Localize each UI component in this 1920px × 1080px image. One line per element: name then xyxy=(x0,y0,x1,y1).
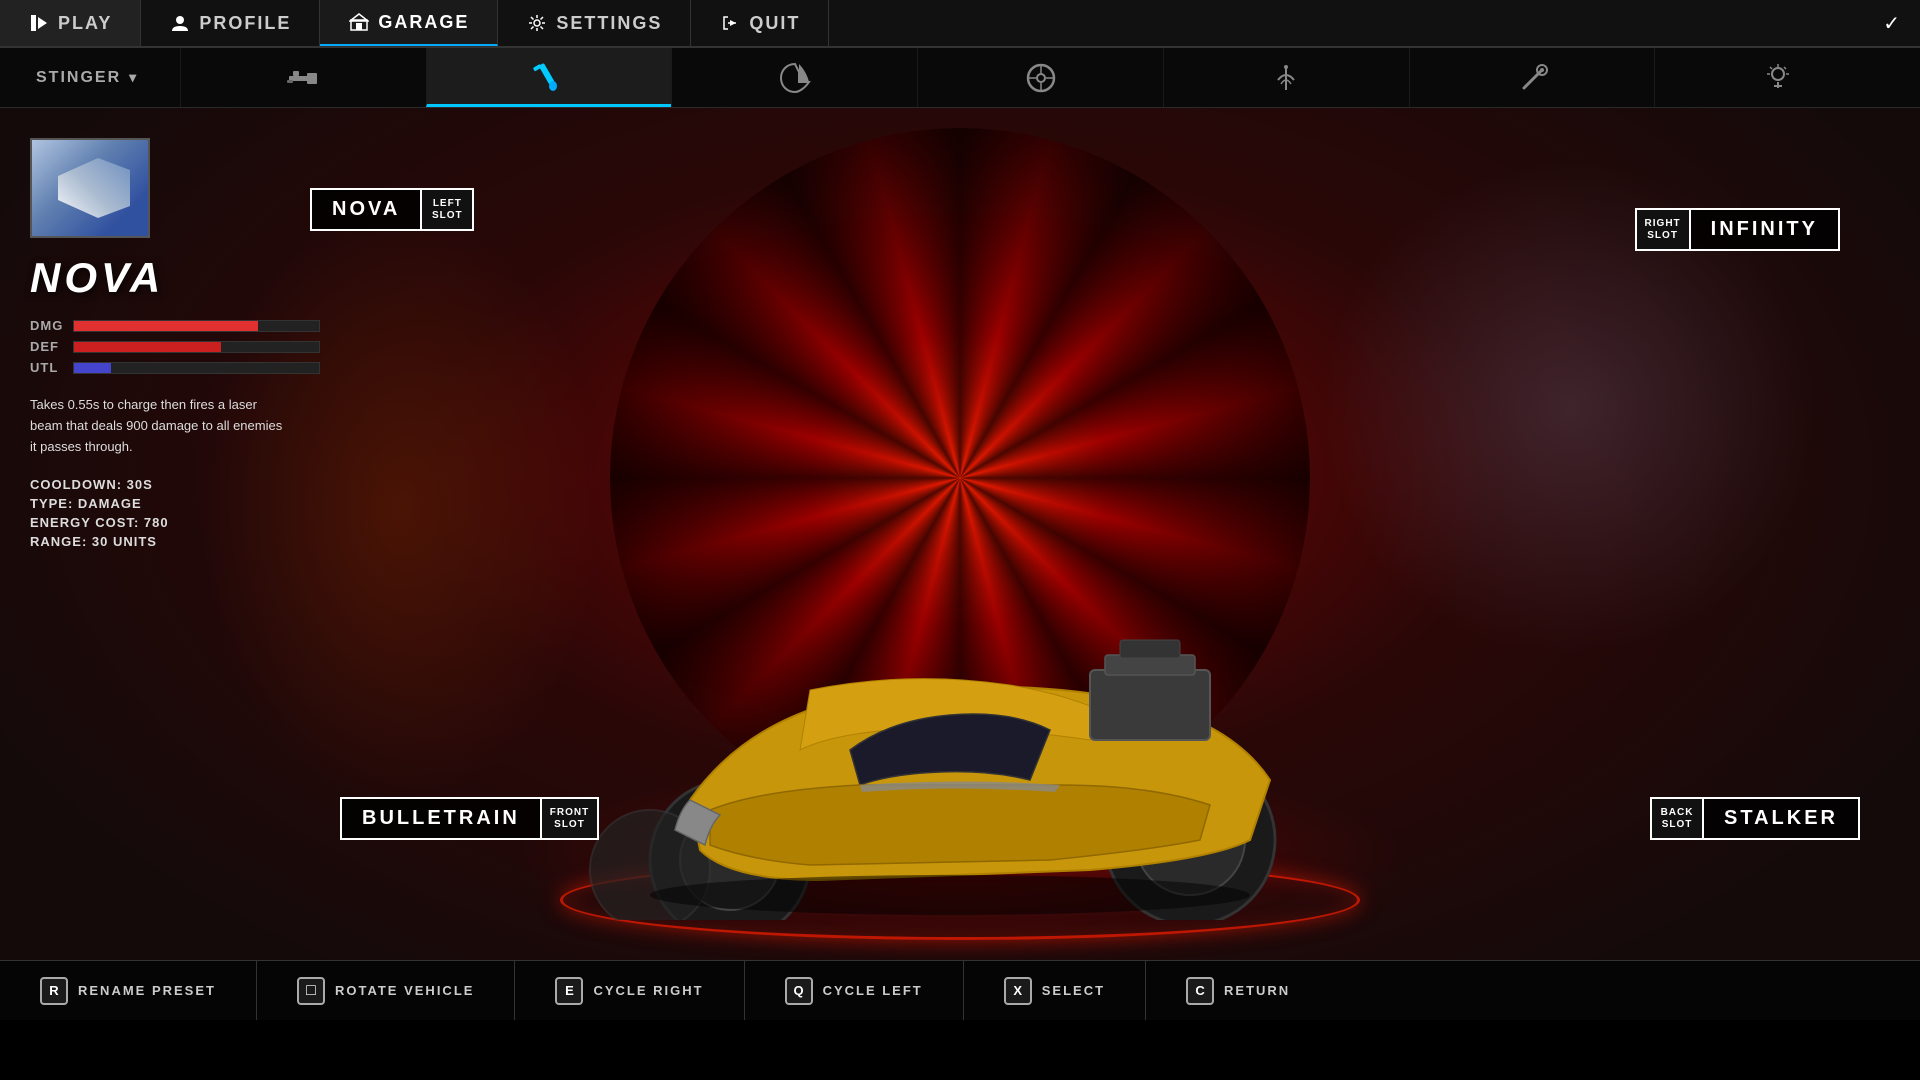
rename-preset-label: RENAME PRESET xyxy=(78,983,216,998)
cycle-left-action[interactable]: Q CYCLE LEFT xyxy=(745,961,964,1020)
nav-play[interactable]: PLAY xyxy=(0,0,141,46)
range-stat: RANGE: 30 units xyxy=(30,534,320,549)
quit-icon xyxy=(719,12,741,34)
right-weapon-name: INFINITY xyxy=(1689,208,1840,251)
left-slot-info: LEFT SLOT xyxy=(422,188,474,231)
chevron-down-icon: ▾ xyxy=(129,69,138,86)
def-stat-row: DEF xyxy=(30,339,320,354)
front-slot-line1: FRONT xyxy=(550,807,589,819)
cycle-left-key-badge: Q xyxy=(785,977,813,1005)
paint-icon xyxy=(531,58,567,94)
left-slot-label[interactable]: NOVA LEFT SLOT xyxy=(310,188,474,231)
nav-garage-label: GARAGE xyxy=(378,12,469,33)
dmg-bar-bg xyxy=(73,320,320,332)
weapon-icon xyxy=(285,60,321,96)
front-slot-info: FRONT SLOT xyxy=(542,797,599,840)
garage-icon xyxy=(348,11,370,33)
cycle-right-key-badge: E xyxy=(555,977,583,1005)
cycle-left-label: CYCLE LEFT xyxy=(823,983,923,998)
left-weapon-name: NOVA xyxy=(310,188,422,231)
def-bar-fill xyxy=(74,342,221,352)
toolbar-paint-btn[interactable] xyxy=(426,48,672,107)
return-label: RETURN xyxy=(1224,983,1290,998)
rename-preset-action[interactable]: R RENAME PRESET xyxy=(0,961,257,1020)
light-icon xyxy=(1760,60,1796,96)
antenna-icon xyxy=(1268,60,1304,96)
right-slot-line1: RIGHT xyxy=(1645,218,1681,230)
left-slot-line2: SLOT xyxy=(432,210,463,222)
toolbar: STINGER ▾ xyxy=(0,48,1920,108)
rotate-key-badge: □ xyxy=(297,977,325,1005)
vehicle-name: STINGER xyxy=(36,69,121,87)
back-slot-label[interactable]: BACK SLOT STALKER xyxy=(1650,797,1860,840)
exhaust-icon xyxy=(1514,60,1550,96)
def-bar-bg xyxy=(73,341,320,353)
toolbar-antenna-btn[interactable] xyxy=(1163,48,1409,107)
utl-label: UTL xyxy=(30,360,65,375)
select-label: SELECT xyxy=(1042,983,1105,998)
play-icon xyxy=(28,12,50,34)
rotate-vehicle-label: ROTATE VEHICLE xyxy=(335,983,474,998)
front-slot-label[interactable]: BULLETRAIN FRONT SLOT xyxy=(340,797,599,840)
nav-settings[interactable]: SETTINGS xyxy=(498,0,691,46)
utl-stat-row: UTL xyxy=(30,360,320,375)
dmg-label: DMG xyxy=(30,318,65,333)
cycle-right-action[interactable]: E CYCLE RIGHT xyxy=(515,961,744,1020)
cooldown-stat: COOLDOWN: 30s xyxy=(30,477,320,492)
main-content: NOVA DMG DEF UTL Takes 0.55s to charge t… xyxy=(0,108,1920,1020)
back-slot-info: BACK SLOT xyxy=(1650,797,1702,840)
car-svg xyxy=(510,500,1410,920)
front-slot-line2: SLOT xyxy=(554,819,585,831)
rename-key-badge: R xyxy=(40,977,68,1005)
back-slot-line1: BACK xyxy=(1661,807,1694,819)
vehicle-selector[interactable]: STINGER ▾ xyxy=(20,69,180,87)
return-key-badge: C xyxy=(1186,977,1214,1005)
nav-profile[interactable]: PROFILE xyxy=(141,0,320,46)
weapon-name-title: NOVA xyxy=(30,254,320,302)
nav-garage[interactable]: GARAGE xyxy=(320,0,498,46)
right-slot-label[interactable]: RIGHT SLOT INFINITY xyxy=(1635,208,1840,251)
select-key-badge: X xyxy=(1004,977,1032,1005)
wheel-icon xyxy=(1023,60,1059,96)
back-weapon-name: STALKER xyxy=(1702,797,1860,840)
front-weapon-name: BULLETRAIN xyxy=(340,797,542,840)
back-slot-line2: SLOT xyxy=(1662,819,1693,831)
toolbar-wheel-btn[interactable] xyxy=(917,48,1163,107)
def-label: DEF xyxy=(30,339,65,354)
right-slot-info: RIGHT SLOT xyxy=(1635,208,1689,251)
nav-play-label: PLAY xyxy=(58,13,112,34)
weapon-description: Takes 0.55s to charge then fires a laser… xyxy=(30,395,290,457)
toolbar-weapon-btn[interactable] xyxy=(180,48,426,107)
profile-icon xyxy=(169,12,191,34)
nav-checkmark: ✓ xyxy=(1863,0,1920,46)
rotate-vehicle-action[interactable]: □ ROTATE VEHICLE xyxy=(257,961,515,1020)
energy-cost-stat: ENERGY COST: 780 xyxy=(30,515,320,530)
nav-quit-label: QUIT xyxy=(749,13,800,34)
nav-settings-label: SETTINGS xyxy=(556,13,662,34)
weapon-thumbnail xyxy=(30,138,150,238)
utl-bar-bg xyxy=(73,362,320,374)
top-navigation: PLAY PROFILE GARAGE SETTIN xyxy=(0,0,1920,48)
car-display-area xyxy=(510,440,1410,940)
settings-icon xyxy=(526,12,548,34)
toolbar-light-btn[interactable] xyxy=(1654,48,1900,107)
type-stat: TYPE: DAMAGE xyxy=(30,496,320,511)
weapon-stats-list: COOLDOWN: 30s TYPE: DAMAGE ENERGY COST: … xyxy=(30,477,320,549)
toolbar-sticker-btn[interactable] xyxy=(671,48,917,107)
bottom-action-bar: R RENAME PRESET □ ROTATE VEHICLE E CYCLE… xyxy=(0,960,1920,1020)
weapon-info-panel: NOVA DMG DEF UTL Takes 0.55s to charge t… xyxy=(30,138,320,553)
sticker-icon xyxy=(777,60,813,96)
return-action[interactable]: C RETURN xyxy=(1146,961,1330,1020)
select-action[interactable]: X SELECT xyxy=(964,961,1146,1020)
right-slot-line2: SLOT xyxy=(1647,230,1678,242)
toolbar-exhaust-btn[interactable] xyxy=(1409,48,1655,107)
nav-profile-label: PROFILE xyxy=(199,13,291,34)
nav-quit[interactable]: QUIT xyxy=(691,0,829,46)
cycle-right-label: CYCLE RIGHT xyxy=(593,983,703,998)
left-slot-line1: LEFT xyxy=(433,198,462,210)
dmg-stat-row: DMG xyxy=(30,318,320,333)
dmg-bar-fill xyxy=(74,321,258,331)
utl-bar-fill xyxy=(74,363,111,373)
